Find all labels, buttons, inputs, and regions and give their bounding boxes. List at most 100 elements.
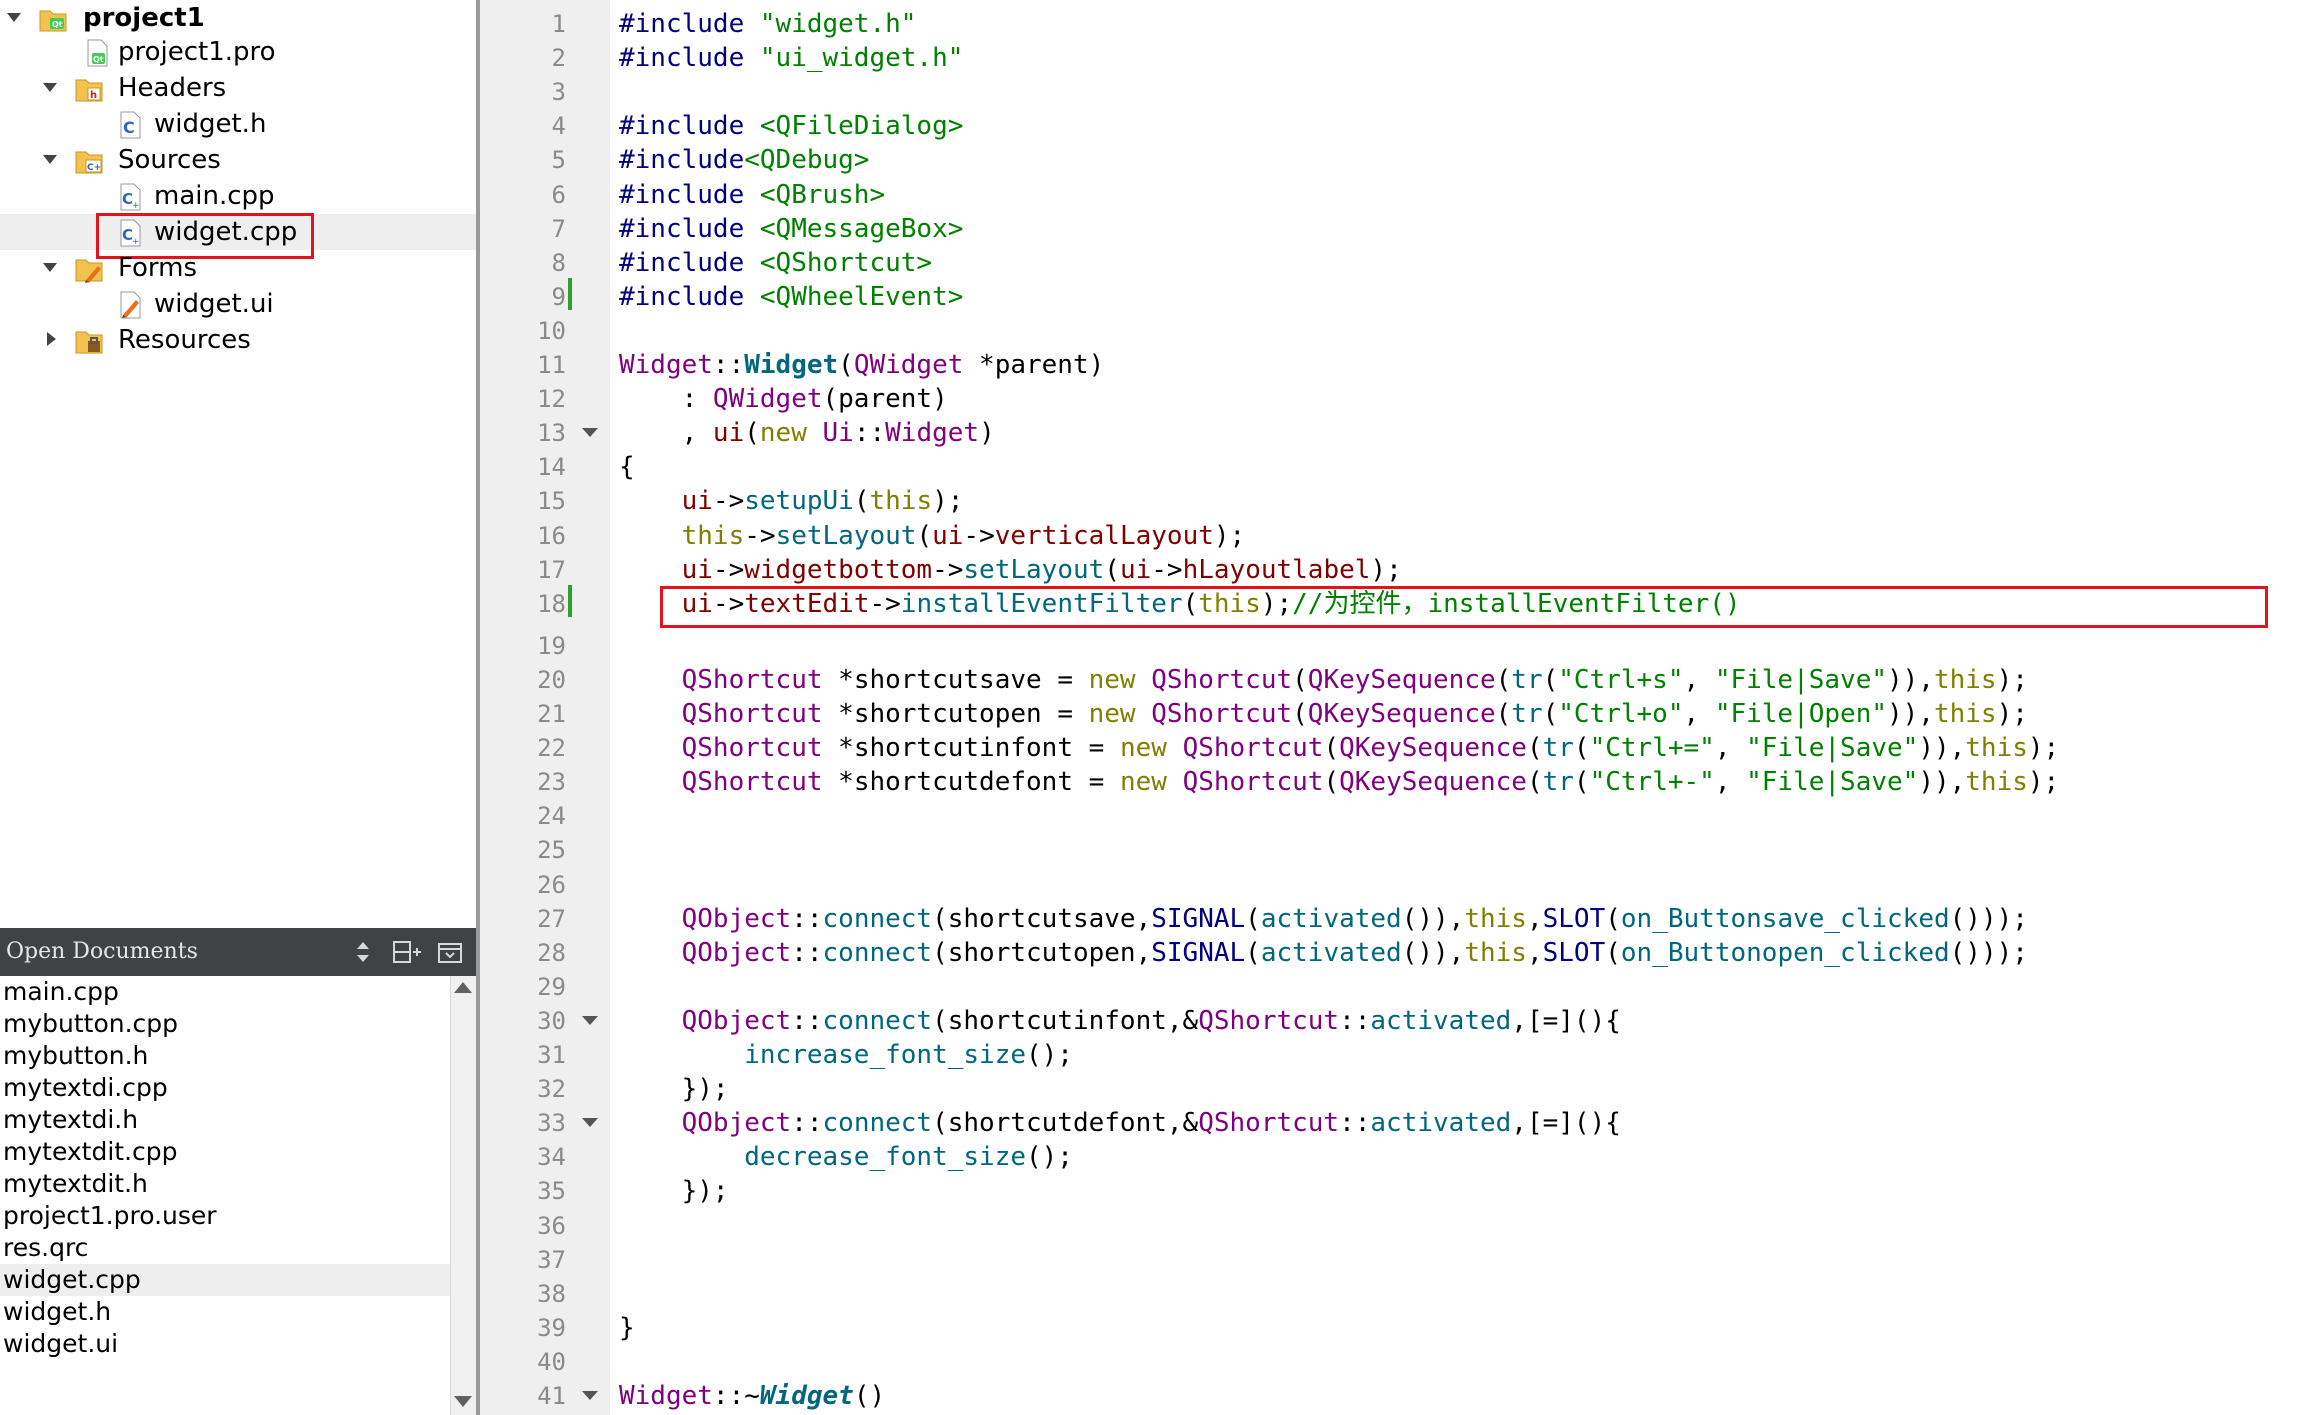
fold-marker-icon[interactable] [582,428,598,437]
open-document-item[interactable]: res.qrc [0,1232,450,1264]
open-document-item[interactable]: mybutton.cpp [0,1008,450,1040]
code-line[interactable]: } [619,1311,635,1345]
open-document-item[interactable]: widget.ui [0,1328,450,1360]
code-line[interactable]: this->setLayout(ui->verticalLayout); [619,519,1246,553]
code-editor[interactable]: 1 2 3 4 5 6 7 8 9 10 11 12 13 14 15 16 17 18 19 20 21 22 23 24 2… [480,0,2308,1415]
code-token: #include [619,248,760,278]
code-line[interactable]: Widget::~Widget() [619,1379,885,1413]
code-token: on_Buttonsave_clicked [1620,904,1950,934]
code-token: (); [1026,1040,1073,1070]
collapse-arrow-icon[interactable] [4,7,26,29]
tree-item-project1[interactable]: Qt project1 [0,0,476,36]
line-number: 9 [551,283,566,311]
code-token: *shortcutopen = [822,699,1089,729]
tree-item-widget-ui[interactable]: widget.ui [0,286,476,322]
code-token: QShortcut [1198,1006,1340,1036]
tree-item-project1-pro[interactable]: Qt project1.pro [0,34,476,70]
code-line[interactable]: }); [619,1072,729,1106]
code-token: QObject [681,1108,792,1138]
code-token: QShortcut [1182,767,1324,797]
open-document-item[interactable]: mytextdi.h [0,1104,450,1136]
collapse-arrow-icon[interactable] [40,149,62,171]
open-document-item[interactable]: mytextdi.cpp [0,1072,450,1104]
code-line[interactable]: QObject::connect(shortcutdefont,&QShortc… [619,1106,1621,1140]
tree-item-resources[interactable]: Resources [0,322,476,358]
open-document-item[interactable]: main.cpp [0,976,450,1008]
code-token: ( [1292,699,1308,729]
fold-marker-icon[interactable] [582,1391,598,1400]
fold-marker-icon[interactable] [582,1016,598,1025]
code-line[interactable]: #include "widget.h" [619,7,916,41]
tree-item-main-cpp[interactable]: C + main.cpp [0,178,476,214]
fold-marker-icon[interactable] [582,1118,598,1127]
code-line[interactable]: { [619,450,635,484]
code-token: tr [1542,733,1574,763]
scroll-up-arrow-icon[interactable] [454,982,472,993]
open-document-item[interactable]: widget.h [0,1296,450,1328]
expand-arrow-icon[interactable] [40,329,62,351]
code-line[interactable]: #include <QMessageBox> [619,212,963,246]
svg-text:h: h [90,90,97,101]
code-line[interactable]: : QWidget(parent) [619,382,948,416]
code-line[interactable]: QShortcut *shortcutdefont = new QShortcu… [619,765,2060,799]
code-token: increase_font_size [744,1040,1026,1070]
code-token: ); [1996,699,2028,729]
code-token: #include [619,282,760,312]
code-token: connect [822,938,933,968]
code-token: ( [1104,555,1120,585]
code-line[interactable]: #include<QDebug> [619,143,869,177]
open-documents-scrollbar[interactable] [450,976,476,1415]
code-line[interactable]: QObject::connect(shortcutinfont,&QShortc… [619,1004,1621,1038]
tree-label: widget.h [154,109,267,139]
code-line[interactable]: , ui(new Ui::Widget) [619,416,995,450]
code-line[interactable]: Widget::Widget(QWidget *parent) [619,348,1104,382]
code-token: <QShortcut> [759,248,933,278]
scroll-down-arrow-icon[interactable] [454,1396,472,1407]
code-token: this [1965,767,2028,797]
split-view-icon[interactable] [392,936,422,968]
code-line[interactable]: QShortcut *shortcutopen = new QShortcut(… [619,697,2028,731]
code-line[interactable]: #include <QBrush> [619,178,885,212]
tree-item-headers[interactable]: h Headers [0,70,476,106]
code-line[interactable]: QShortcut *shortcutsave = new QShortcut(… [619,663,2028,697]
open-document-item[interactable]: project1.pro.user [0,1200,450,1232]
line-number: 27 [537,905,566,933]
code-line[interactable]: ui->widgetbottom->setLayout(ui->hLayoutl… [619,553,1402,587]
tree-item-forms[interactable]: Forms [0,250,476,286]
line-number-gutter: 1 2 3 4 5 6 7 8 9 10 11 12 13 14 15 16 17 18 19 20 21 22 23 24 2… [480,0,610,1415]
tree-item-widget-h[interactable]: C widget.h [0,106,476,142]
code-line[interactable]: #include <QWheelEvent> [619,280,963,314]
code-line[interactable]: }); [619,1174,729,1208]
open-document-item[interactable]: mytextdit.h [0,1168,450,1200]
collapse-arrow-icon[interactable] [40,77,62,99]
sort-updown-icon[interactable] [354,936,372,968]
code-token: activated [1260,938,1402,968]
line-number: 41 [537,1382,566,1410]
code-line[interactable]: QShortcut *shortcutinfont = new QShortcu… [619,731,2060,765]
code-line[interactable]: QObject::connect(shortcutopen,SIGNAL(act… [619,936,2028,970]
close-panel-icon[interactable] [436,936,464,968]
line-number: 30 [537,1007,566,1035]
line-number: 40 [537,1348,566,1376]
line-number: 2 [551,44,566,72]
tree-item-sources[interactable]: C+ Sources [0,142,476,178]
collapse-arrow-icon[interactable] [40,257,62,279]
open-document-item[interactable]: mytextdit.cpp [0,1136,450,1168]
open-document-item-selected[interactable]: widget.cpp [0,1264,450,1296]
code-line[interactable]: #include "ui_widget.h" [619,41,963,75]
code-line[interactable]: #include <QFileDialog> [619,109,963,143]
open-document-item[interactable]: mybutton.h [0,1040,450,1072]
line-number: 23 [537,768,566,796]
code-line[interactable]: QObject::connect(shortcutsave,SIGNAL(act… [619,902,2028,936]
code-line[interactable]: ui->setupUi(this); [619,484,964,518]
code-line[interactable]: decrease_font_size(); [619,1140,1073,1174]
code-token: SLOT [1542,904,1606,934]
code-line[interactable]: increase_font_size(); [619,1038,1073,1072]
code-token: ); [1370,555,1402,585]
code-line[interactable]: #include <QShortcut> [619,246,932,280]
code-token: *shortcutdefont = [822,767,1120,797]
code-token: activated [1370,1108,1512,1138]
